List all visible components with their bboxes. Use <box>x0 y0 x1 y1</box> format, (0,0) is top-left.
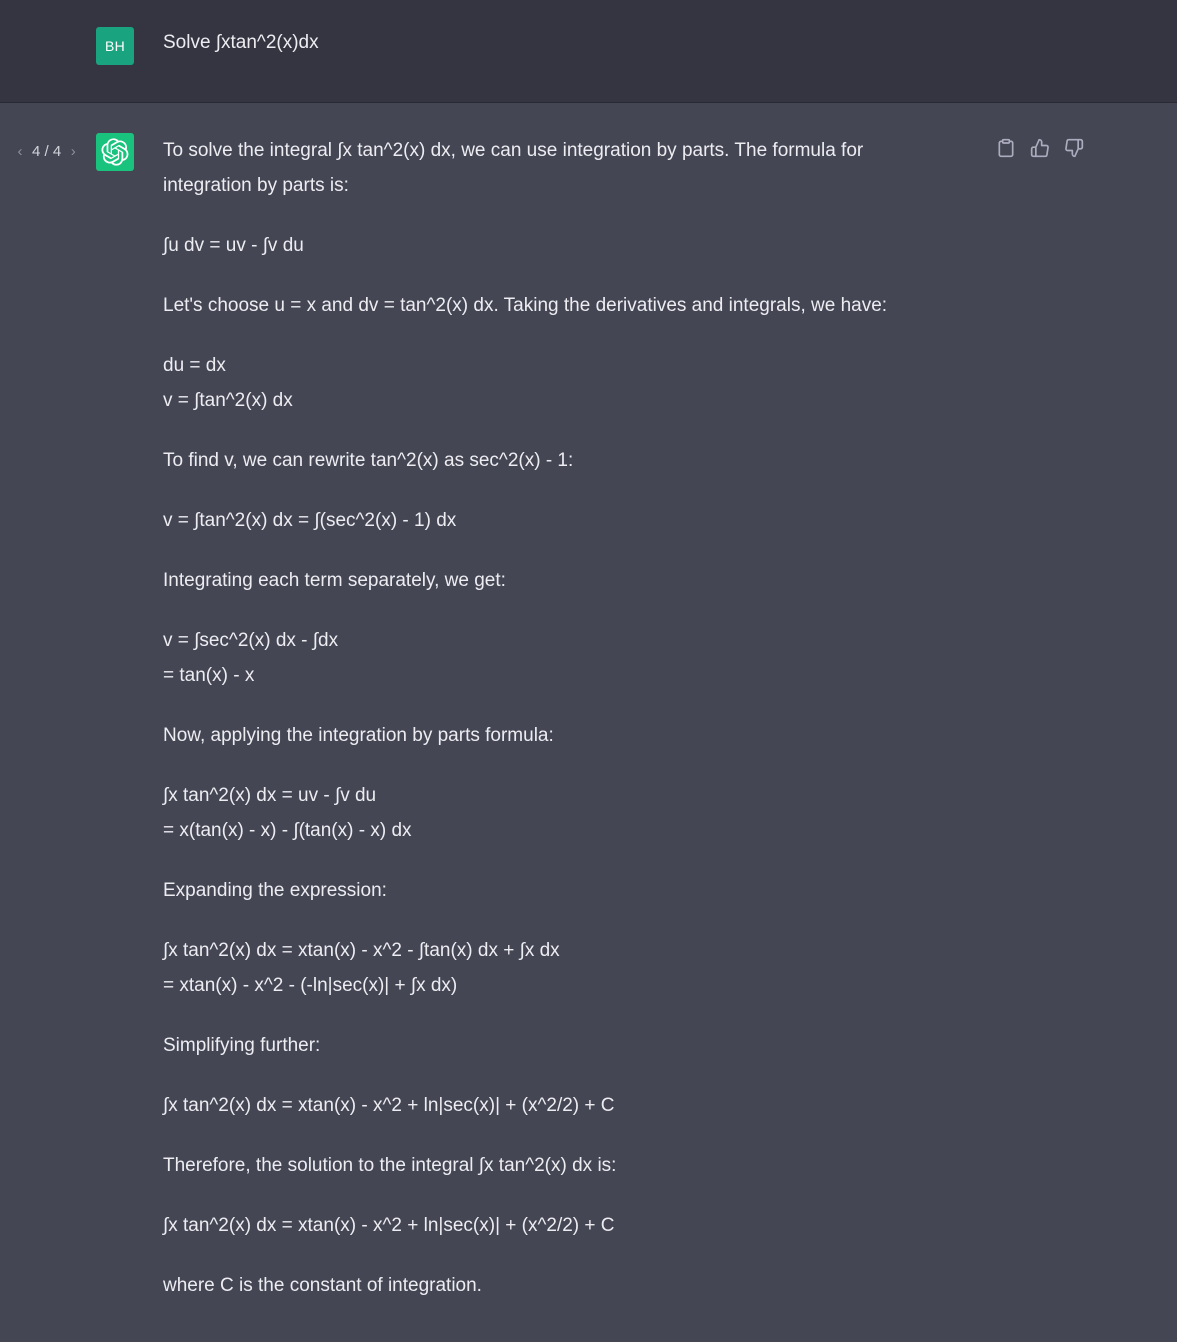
user-avatar: BH <box>96 27 134 65</box>
message-paragraph: Let's choose u = x and dv = tan^2(x) dx.… <box>163 295 888 316</box>
message-paragraph: v = ∫sec^2(x) dx - ∫dx = tan(x) - x <box>163 630 339 686</box>
message-actions <box>994 136 1086 160</box>
openai-logo-icon <box>101 138 129 166</box>
thumbs-down-icon <box>1065 138 1084 158</box>
message-paragraph: To find v, we can rewrite tan^2(x) as se… <box>163 450 574 471</box>
user-message-row: BH Solve ∫xtan^2(x)dx <box>0 0 1177 103</box>
message-paragraph: Simplifying further: <box>163 1035 321 1056</box>
message-paragraph: ∫x tan^2(x) dx = xtan(x) - x^2 + ln|sec(… <box>163 1215 615 1236</box>
thumbs-up-button[interactable] <box>1028 136 1052 160</box>
assistant-avatar <box>96 133 134 171</box>
chevron-left-icon[interactable]: ‹ <box>14 143 26 160</box>
assistant-message-text: To solve the integral ∫x tan^2(x) dx, we… <box>163 133 943 1328</box>
message-paragraph: ∫x tan^2(x) dx = xtan(x) - x^2 - ∫tan(x)… <box>163 940 560 996</box>
clipboard-icon <box>998 138 1014 158</box>
message-paragraph: ∫u dv = uv - ∫v du <box>163 235 304 256</box>
message-paragraph: Expanding the expression: <box>163 880 387 901</box>
message-paragraph: Now, applying the integration by parts f… <box>163 725 554 746</box>
user-message-text: Solve ∫xtan^2(x)dx <box>163 32 319 53</box>
thumbs-up-icon <box>1030 138 1049 158</box>
message-paragraph: where C is the constant of integration. <box>163 1275 482 1296</box>
pager-count: 4 / 4 <box>32 143 62 160</box>
message-paragraph: Integrating each term separately, we get… <box>163 570 506 591</box>
message-paragraph: ∫x tan^2(x) dx = uv - ∫v du = x(tan(x) -… <box>163 785 412 841</box>
message-paragraph: To solve the integral ∫x tan^2(x) dx, we… <box>163 140 864 196</box>
thumbs-down-button[interactable] <box>1062 136 1086 160</box>
message-paragraph: v = ∫tan^2(x) dx = ∫(sec^2(x) - 1) dx <box>163 510 457 531</box>
message-paragraph: Therefore, the solution to the integral … <box>163 1155 617 1176</box>
chevron-right-icon[interactable]: › <box>67 143 79 160</box>
copy-button[interactable] <box>994 136 1018 160</box>
response-pager: ‹ 4 / 4 › <box>14 143 79 160</box>
message-paragraph: ∫x tan^2(x) dx = xtan(x) - x^2 + ln|sec(… <box>163 1095 615 1116</box>
message-paragraph: du = dx v = ∫tan^2(x) dx <box>163 355 293 411</box>
assistant-message-row: ‹ 4 / 4 › To solve the integral ∫x tan^2… <box>0 103 1177 1342</box>
